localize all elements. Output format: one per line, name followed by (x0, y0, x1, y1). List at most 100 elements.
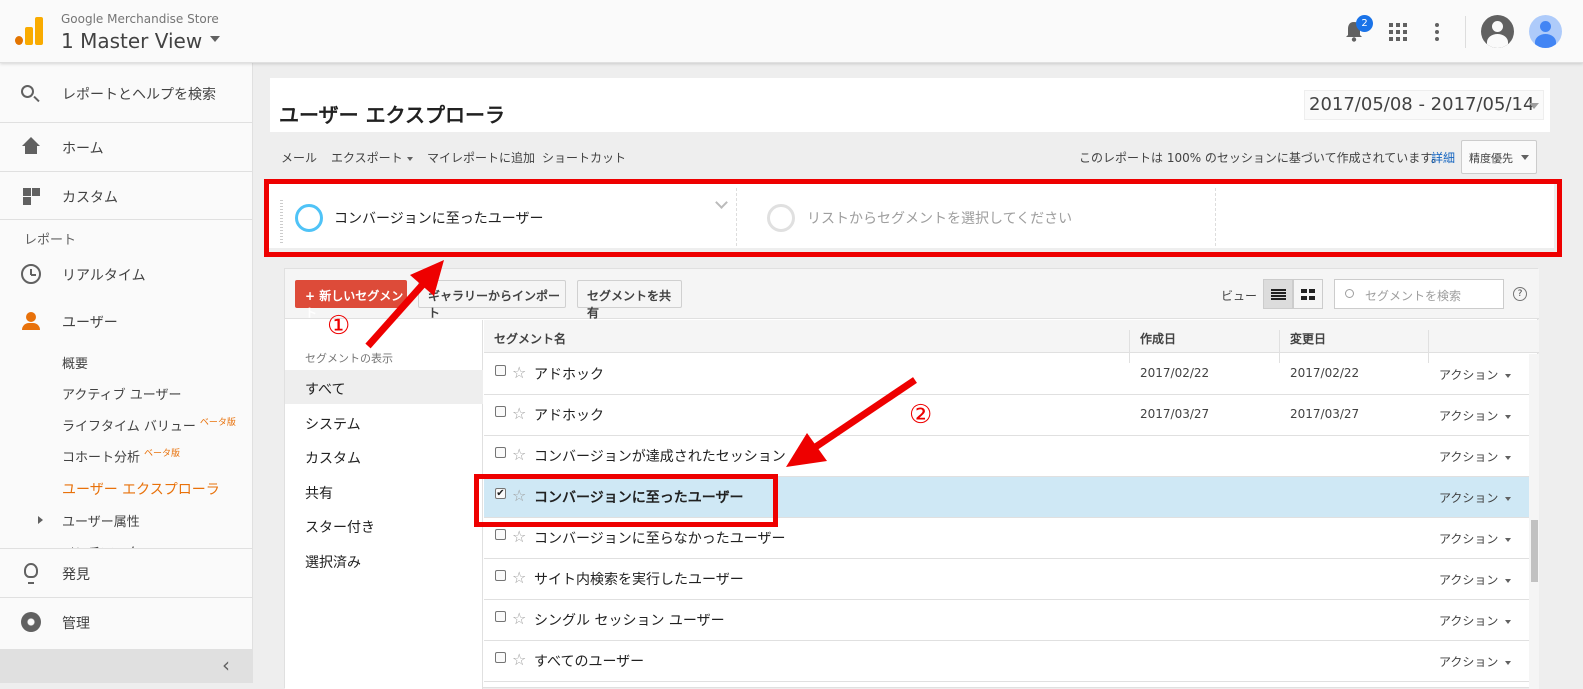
export-button[interactable]: エクスポート (331, 149, 413, 166)
row-checkbox[interactable] (495, 447, 506, 458)
sidebar-item-custom[interactable]: カスタム (0, 172, 253, 220)
star-icon[interactable]: ☆ (512, 609, 526, 628)
add-to-dashboard-button[interactable]: マイレポートに追加 (427, 149, 535, 166)
chevron-down-icon[interactable] (210, 36, 220, 42)
segment-panel-toolbar: + 新しいセグメント ギャラリーからインポート セグメントを共有 ビュー セグメ… (285, 269, 1539, 320)
help-icon[interactable]: ? (1513, 287, 1527, 301)
category-custom[interactable]: カスタム (285, 439, 483, 473)
sidebar-sub-attributes[interactable]: ユーザー属性 (62, 511, 140, 530)
row-checkbox[interactable] (495, 652, 506, 663)
category-selected[interactable]: 選択済み (285, 543, 483, 577)
sidebar-search[interactable]: レポートとヘルプを検索 (0, 69, 253, 117)
sidebar-item-label: ユーザー (62, 315, 118, 331)
sidebar-item-realtime[interactable]: リアルタイム (0, 250, 253, 298)
row-action-menu[interactable]: アクション (1439, 407, 1512, 424)
sidebar-item-home[interactable]: ホーム (0, 123, 253, 171)
row-action-menu[interactable]: アクション (1439, 653, 1512, 670)
detail-link[interactable]: 詳細 (1431, 149, 1455, 166)
star-icon[interactable]: ☆ (512, 363, 526, 382)
sidebar-sub-cohort[interactable]: コホート分析 ベータ版 (62, 446, 180, 465)
sidebar-sub-lifetime-value[interactable]: ライフタイム バリュー ベータ版 (62, 415, 236, 434)
row-checkbox[interactable] (495, 570, 506, 581)
category-shared[interactable]: 共有 (285, 474, 483, 508)
view-label: ビュー (1221, 289, 1258, 303)
shortcut-button[interactable]: ショートカット (542, 149, 626, 166)
mail-button[interactable]: メール (281, 149, 317, 166)
sidebar-sub-label: ライフタイム バリュー (62, 419, 196, 435)
scrollbar-thumb[interactable] (1531, 520, 1538, 582)
table-row[interactable]: ☆ すべてのユーザー アクション (484, 641, 1529, 682)
date-range-picker[interactable]: 2017/05/08 - 2017/05/14 (1304, 90, 1544, 120)
more-vert-icon[interactable] (1434, 23, 1440, 41)
segment-name[interactable]: アドホック (534, 364, 604, 384)
sidebar-search-label: レポートとヘルプを検索 (62, 87, 216, 103)
person-icon (21, 311, 41, 331)
sidebar-item-label: リアルタイム (62, 268, 146, 284)
action-label: アクション (1439, 532, 1499, 546)
category-starred[interactable]: スター付き (285, 508, 483, 542)
table-row[interactable]: ☆ サイト内検索を実行したユーザー アクション (484, 559, 1529, 600)
column-header-modified[interactable]: 変更日 (1290, 330, 1326, 347)
row-action-menu[interactable]: アクション (1439, 448, 1512, 465)
table-row[interactable]: ☆ アドホック 2017/02/22 2017/02/22 アクション (484, 354, 1529, 395)
star-icon[interactable]: ☆ (512, 650, 526, 669)
category-system[interactable]: システム (285, 405, 483, 439)
row-checkbox[interactable] (495, 529, 506, 540)
star-icon[interactable]: ☆ (512, 527, 526, 546)
row-action-menu[interactable]: アクション (1439, 366, 1512, 383)
created-date: 2017/03/27 (1140, 407, 1210, 421)
table-row[interactable]: ☆ シングル セッション ユーザー アクション (484, 600, 1529, 641)
segment-name[interactable]: コンバージョンが達成されたセッション (534, 446, 786, 466)
chevron-left-icon[interactable]: ‹ (222, 653, 230, 677)
grid-view-button[interactable] (1293, 279, 1323, 309)
account-circle-icon[interactable] (1481, 15, 1514, 48)
view-selector[interactable]: 1 Master View (61, 29, 202, 53)
page-title: ユーザー エクスプローラ (279, 103, 505, 127)
star-icon[interactable]: ☆ (512, 445, 526, 464)
analytics-logo-icon[interactable] (15, 17, 43, 45)
sidebar-item-users[interactable]: ユーザー (0, 297, 253, 345)
row-action-menu[interactable]: アクション (1439, 530, 1512, 547)
row-action-menu[interactable]: アクション (1439, 612, 1512, 629)
segment-search-input[interactable]: セグメントを検索 (1334, 279, 1504, 309)
star-icon[interactable]: ☆ (512, 404, 526, 423)
row-checkbox[interactable] (495, 406, 506, 417)
segment-name[interactable]: サイト内検索を実行したユーザー (534, 569, 744, 589)
sidebar-sub-overview[interactable]: 概要 (62, 353, 88, 372)
row-checkbox[interactable] (495, 611, 506, 622)
avatar[interactable] (1529, 15, 1562, 48)
row-action-menu[interactable]: アクション (1439, 571, 1512, 588)
category-all[interactable]: すべて (285, 370, 483, 404)
segment-name[interactable]: コンバージョンに至らなかったユーザー (534, 528, 785, 548)
segment-name[interactable]: アドホック (534, 405, 604, 425)
caret-right-icon[interactable] (38, 516, 43, 524)
table-row[interactable]: ☆ アドホック 2017/03/27 2017/03/27 アクション (484, 395, 1529, 436)
export-label: エクスポート (331, 151, 403, 165)
precision-select[interactable]: 精度優先 (1461, 140, 1537, 174)
new-segment-button[interactable]: + 新しいセグメント (295, 280, 407, 320)
row-action-menu[interactable]: アクション (1439, 489, 1512, 506)
annotation-box-selected-row (474, 474, 778, 527)
star-icon[interactable]: ☆ (512, 568, 526, 587)
sidebar-sub-active-users[interactable]: アクティブ ユーザー (62, 384, 181, 403)
table-row[interactable]: ☆ コンバージョンが達成されたセッション アクション (484, 436, 1529, 477)
created-date: 2017/02/22 (1140, 366, 1210, 380)
sidebar-item-discover[interactable]: 発見 (0, 549, 253, 597)
segment-name[interactable]: すべてのユーザー (534, 651, 644, 671)
sidebar-collapse[interactable]: ‹ (0, 649, 253, 683)
action-label: アクション (1439, 573, 1499, 587)
sidebar-item-admin[interactable]: 管理 (0, 598, 253, 646)
beta-badge: ベータ版 (144, 449, 181, 459)
column-header-created[interactable]: 作成日 (1140, 330, 1176, 347)
list-view-button[interactable] (1263, 279, 1293, 309)
sidebar-sub-user-explorer[interactable]: ユーザー エクスプローラ (62, 479, 220, 499)
row-checkbox[interactable] (495, 365, 506, 376)
modified-date: 2017/03/27 (1290, 407, 1360, 421)
share-segment-button[interactable]: セグメントを共有 (577, 280, 682, 320)
column-header-name[interactable]: セグメント名 (494, 330, 566, 347)
chevron-down-icon[interactable] (1529, 103, 1539, 109)
import-gallery-button[interactable]: ギャラリーからインポート (418, 280, 566, 320)
segment-name[interactable]: シングル セッション ユーザー (534, 610, 725, 630)
apps-grid-icon[interactable] (1389, 23, 1407, 41)
report-toolbar: メール エクスポート マイレポートに追加 ショートカット このレポートは 100… (270, 140, 1550, 174)
